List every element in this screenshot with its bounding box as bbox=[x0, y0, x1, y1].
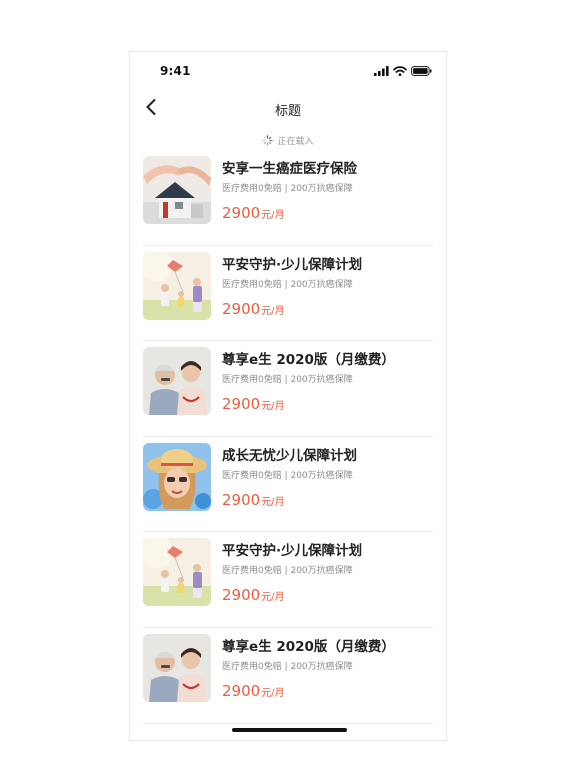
price-value: 2900 bbox=[222, 395, 261, 414]
product-title: 平安守护·少儿保障计划 bbox=[222, 543, 363, 560]
phone-screen: 9:41 标题 正在载入 安享一生癌症医疗保险 医疗费用0免赔 | 200万抗癌… bbox=[129, 51, 447, 741]
loading-indicator: 正在载入 bbox=[130, 132, 446, 148]
status-time: 9:41 bbox=[160, 64, 191, 78]
product-title: 尊享e生 2020版（月缴费） bbox=[222, 352, 395, 369]
loading-text: 正在载入 bbox=[277, 136, 314, 147]
price-value: 2900 bbox=[222, 586, 261, 605]
product-title: 安享一生癌症医疗保险 bbox=[222, 161, 357, 177]
page-title: 标题 bbox=[274, 104, 301, 119]
price-value: 2900 bbox=[222, 490, 261, 509]
price-value: 2900 bbox=[222, 681, 261, 700]
product-item[interactable]: 平安守护·少儿保障计划 医疗费用0免赔 | 200万抗癌保障 2900元/月 bbox=[143, 246, 433, 342]
product-title: 成长无忧少儿保障计划 bbox=[222, 447, 357, 464]
signal-icon bbox=[374, 66, 389, 76]
price-unit: 元/月 bbox=[261, 401, 285, 413]
price-unit: 元/月 bbox=[261, 210, 285, 221]
navigation-bar: 标题 bbox=[130, 92, 446, 126]
status-icons bbox=[374, 66, 432, 76]
product-subtitle: 医疗费用0免赔 | 200万抗癌保障 bbox=[222, 661, 353, 672]
price-unit: 元/月 bbox=[261, 592, 285, 604]
price-unit: 元/月 bbox=[261, 305, 285, 317]
family-kite-image bbox=[143, 538, 211, 607]
elderly-couple-image bbox=[143, 633, 211, 702]
home-indicator[interactable] bbox=[232, 728, 347, 732]
wifi-icon bbox=[393, 66, 407, 76]
product-price: 2900元/月 bbox=[222, 681, 285, 700]
status-bar: 9:41 bbox=[130, 52, 446, 92]
product-item[interactable]: 安享一生癌症医疗保险 医疗费用0免赔 | 200万抗癌保障 2900元/月 bbox=[143, 150, 433, 246]
product-list: 安享一生癌症医疗保险 医疗费用0免赔 | 200万抗癌保障 2900元/月 平安… bbox=[130, 150, 446, 724]
product-item[interactable]: 尊享e生 2020版（月缴费） 医疗费用0免赔 | 200万抗癌保障 2900元… bbox=[143, 341, 433, 437]
product-title: 尊享e生 2020版（月缴费） bbox=[222, 638, 395, 655]
price-value: 2900 bbox=[222, 299, 261, 318]
battery-icon bbox=[411, 66, 432, 76]
product-item[interactable]: 尊享e生 2020版（月缴费） 医疗费用0免赔 | 200万抗癌保障 2900元… bbox=[143, 628, 433, 724]
price-value: 2900 bbox=[222, 204, 261, 222]
girl-sunhat-image bbox=[143, 442, 211, 511]
product-subtitle: 医疗费用0免赔 | 200万抗癌保障 bbox=[222, 279, 353, 290]
price-unit: 元/月 bbox=[261, 687, 285, 699]
house-hands-image bbox=[143, 156, 211, 224]
product-subtitle: 医疗费用0免赔 | 200万抗癌保障 bbox=[222, 184, 353, 194]
product-subtitle: 医疗费用0免赔 | 200万抗癌保障 bbox=[222, 566, 353, 577]
spinner-icon bbox=[262, 134, 274, 146]
product-item[interactable]: 成长无忧少儿保障计划 医疗费用0免赔 | 200万抗癌保障 2900元/月 bbox=[143, 437, 433, 533]
price-unit: 元/月 bbox=[261, 496, 285, 508]
product-price: 2900元/月 bbox=[222, 585, 285, 604]
product-title: 平安守护·少儿保障计划 bbox=[222, 256, 363, 273]
elderly-couple-image bbox=[143, 347, 211, 416]
product-item[interactable]: 平安守护·少儿保障计划 医疗费用0免赔 | 200万抗癌保障 2900元/月 bbox=[143, 532, 433, 628]
product-subtitle: 医疗费用0免赔 | 200万抗癌保障 bbox=[222, 470, 353, 481]
product-price: 2900元/月 bbox=[222, 490, 285, 509]
product-price: 2900元/月 bbox=[222, 203, 285, 222]
product-price: 2900元/月 bbox=[222, 299, 285, 318]
family-kite-image bbox=[143, 251, 211, 320]
product-subtitle: 医疗费用0免赔 | 200万抗癌保障 bbox=[222, 375, 353, 386]
product-price: 2900元/月 bbox=[222, 394, 285, 413]
